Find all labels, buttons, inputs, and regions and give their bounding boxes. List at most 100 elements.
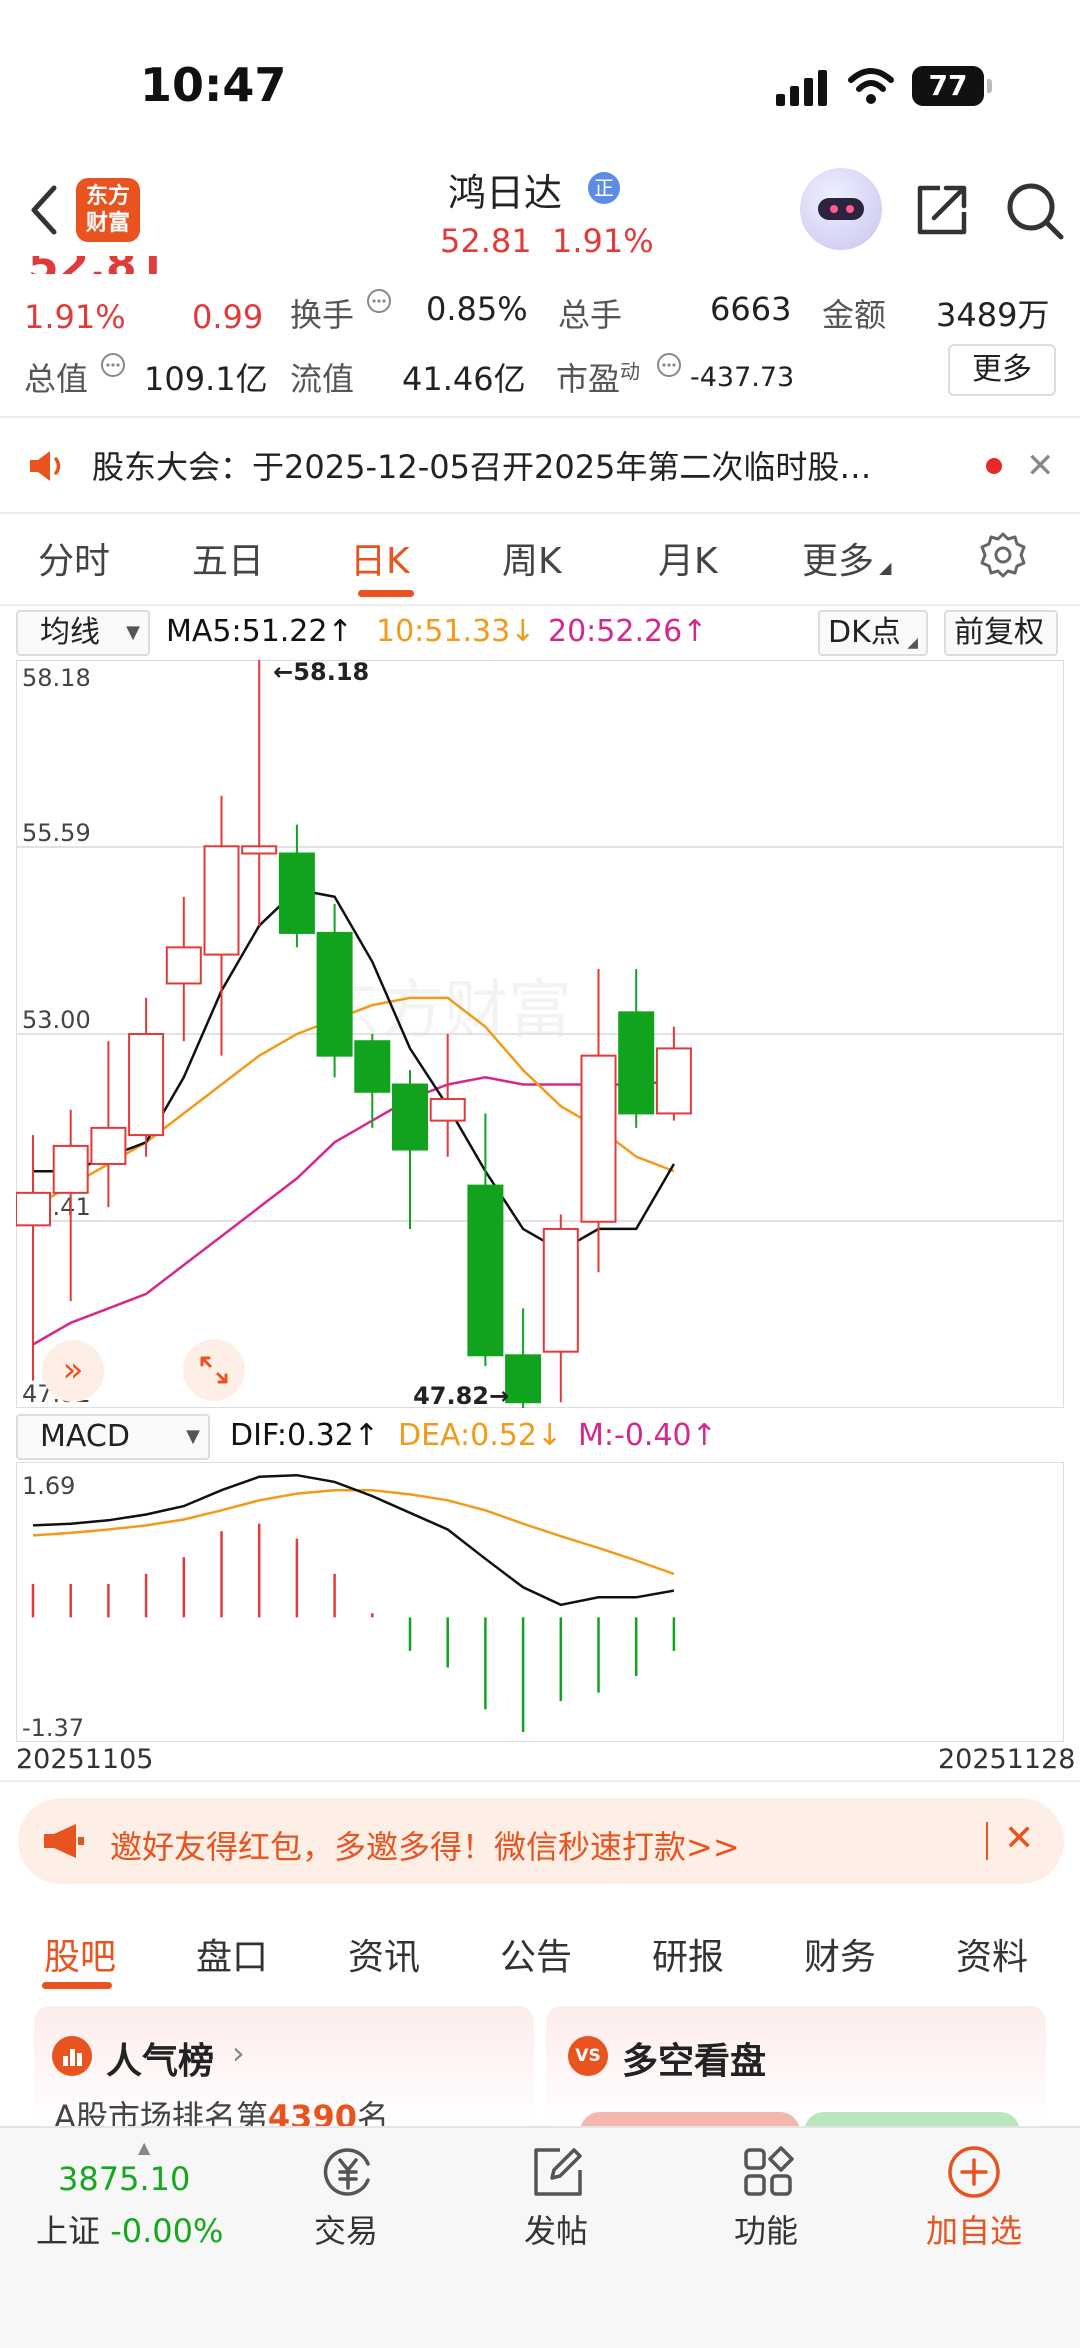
subtab-pankou[interactable]: 盘口 — [196, 1928, 268, 1980]
dif-text: DIF:0.32 — [230, 1418, 354, 1453]
turnover-value: 0.85% — [426, 290, 528, 328]
candlestick-chart[interactable]: 东方财富 58.1855.5953.0050.4147.82 ←58.1847.… — [16, 660, 1064, 1408]
candle-up — [203, 845, 240, 956]
logo-text-2: 财富 — [85, 211, 130, 236]
share-icon[interactable] — [914, 182, 970, 238]
vs-icon: VS — [568, 2036, 608, 2076]
candle-down — [316, 931, 353, 1057]
y-tick-label: 55.59 — [22, 819, 91, 847]
stock-name: 鸿日达 — [448, 171, 563, 215]
speaker-icon — [30, 451, 61, 481]
nav-add-watchlist[interactable]: 加自选 — [904, 2206, 1044, 2252]
pe-label-super: 动 — [620, 359, 641, 384]
macd-select[interactable]: MACD ▼ — [16, 1414, 210, 1460]
compose-icon[interactable] — [530, 2144, 586, 2200]
candle-up — [16, 1191, 51, 1227]
expand-left-icon[interactable]: » — [42, 1340, 104, 1402]
info-icon[interactable] — [100, 352, 126, 378]
ma-select[interactable]: 均线 ▼ — [16, 610, 150, 656]
quote-change-pct: 1.91% — [24, 298, 126, 336]
dk-point-button[interactable]: DK点 ◢ — [818, 610, 928, 656]
pe-label: 市盈动 — [556, 354, 640, 400]
subtab-news[interactable]: 资讯 — [348, 1928, 420, 1980]
header-price: 52.81 1.91% — [440, 222, 654, 260]
tab-more[interactable]: 更多 ◢ — [802, 532, 891, 584]
ma20-arrow: ↑ — [682, 614, 708, 649]
pe-value: -437.73 — [690, 362, 795, 393]
more-quote-button[interactable]: 更多 — [948, 344, 1056, 396]
adjust-button[interactable]: 前复权 — [944, 610, 1058, 656]
logo-text-1: 东方 — [85, 184, 130, 209]
grid-icon[interactable] — [740, 2144, 796, 2200]
m-arrow: ↑ — [691, 1418, 717, 1453]
tab-weekly-k[interactable]: 周K — [502, 532, 562, 584]
popularity-rank-line: A股市场排名第4390名 — [54, 2092, 389, 2126]
wifi-icon — [848, 68, 894, 104]
dif-arrow: ↑ — [353, 1418, 379, 1453]
m-value: M:-0.40↑ — [578, 1418, 717, 1453]
index-value[interactable]: 3875.10 — [58, 2160, 190, 2198]
megaphone-icon — [44, 1824, 84, 1858]
ma-select-label: 均线 — [40, 615, 100, 650]
macd-chart[interactable]: 1.69 -1.37 — [16, 1462, 1064, 1742]
subtab-profile[interactable]: 资料 — [956, 1928, 1028, 1980]
search-icon[interactable] — [1004, 180, 1066, 242]
amount-label: 金额 — [822, 296, 887, 334]
notice-unread-dot — [986, 458, 1002, 474]
x-axis-end: 20251128 — [938, 1744, 1076, 1775]
macd-select-label: MACD — [40, 1419, 130, 1454]
tab-monthly-k[interactable]: 月K — [658, 532, 718, 584]
cellular-signal-icon — [776, 68, 828, 106]
candle-down — [467, 1184, 504, 1357]
ma20-value: 20:52.26↑ — [548, 614, 707, 649]
notice-text[interactable]: 股东大会：于2025-12-05召开2025年第二次临时股… — [92, 442, 871, 488]
volume-label: 总手 — [558, 296, 623, 334]
gear-icon[interactable] — [978, 530, 1028, 580]
tab-five-day[interactable]: 五日 — [192, 532, 264, 584]
ma5-arrow: ↑ — [327, 614, 353, 649]
dea-value: DEA:0.52↓ — [398, 1418, 562, 1453]
divider — [0, 512, 1080, 514]
subtab-research[interactable]: 研报 — [652, 1928, 724, 1980]
dif-line — [32, 1473, 675, 1607]
info-icon[interactable] — [656, 352, 682, 378]
ma5-text: MA5:51.22 — [166, 614, 328, 649]
banner-text[interactable]: 邀好友得红包，多邀多得！微信秒速打款>> — [110, 1822, 740, 1868]
close-icon[interactable]: ✕ — [1026, 446, 1055, 486]
status-time: 10:47 — [140, 58, 287, 112]
dea-arrow: ↓ — [536, 1418, 563, 1453]
long-short-card[interactable] — [546, 2006, 1046, 2126]
info-icon[interactable] — [366, 288, 392, 314]
close-icon[interactable]: ✕ — [1004, 1818, 1034, 1859]
ma5-value: MA5:51.22↑ — [166, 614, 353, 649]
trade-icon[interactable] — [320, 2144, 376, 2200]
tab-intraday[interactable]: 分时 — [38, 532, 110, 584]
candle-down — [392, 1083, 428, 1151]
tab-daily-k[interactable]: 日K — [350, 532, 410, 584]
long-short-ratio-bar — [580, 2112, 1020, 2126]
candle-up — [165, 946, 202, 985]
ma10-text: 10:51.33 — [376, 614, 511, 649]
active-subtab-indicator — [42, 1982, 112, 1989]
candle-down — [278, 852, 315, 934]
app-logo[interactable]: 东方 财富 — [76, 178, 140, 242]
popularity-title: 人气榜 — [106, 2041, 215, 2082]
candle-down — [618, 1011, 655, 1115]
zheng-badge: 正 — [588, 172, 620, 204]
header-change-pct: 1.91% — [551, 222, 654, 260]
back-arrow-icon[interactable] — [22, 180, 66, 240]
index-line[interactable]: 上证 -0.00% — [36, 2206, 223, 2252]
ai-assistant-avatar[interactable] — [800, 168, 882, 250]
subtab-finance[interactable]: 财务 — [804, 1928, 876, 1980]
add-icon[interactable] — [946, 2144, 1002, 2200]
nav-trade[interactable]: 交易 — [276, 2206, 416, 2252]
banner-separator — [986, 1822, 988, 1860]
subtab-announcements[interactable]: 公告 — [500, 1928, 572, 1980]
nav-post[interactable]: 发帖 — [486, 2206, 626, 2252]
nav-functions[interactable]: 功能 — [696, 2206, 836, 2252]
fullscreen-icon[interactable] — [182, 1338, 246, 1402]
candle-up — [429, 1097, 466, 1122]
price-partial: 52.81 — [28, 256, 167, 274]
divider — [0, 416, 1080, 418]
subtab-guba[interactable]: 股吧 — [44, 1928, 116, 1980]
